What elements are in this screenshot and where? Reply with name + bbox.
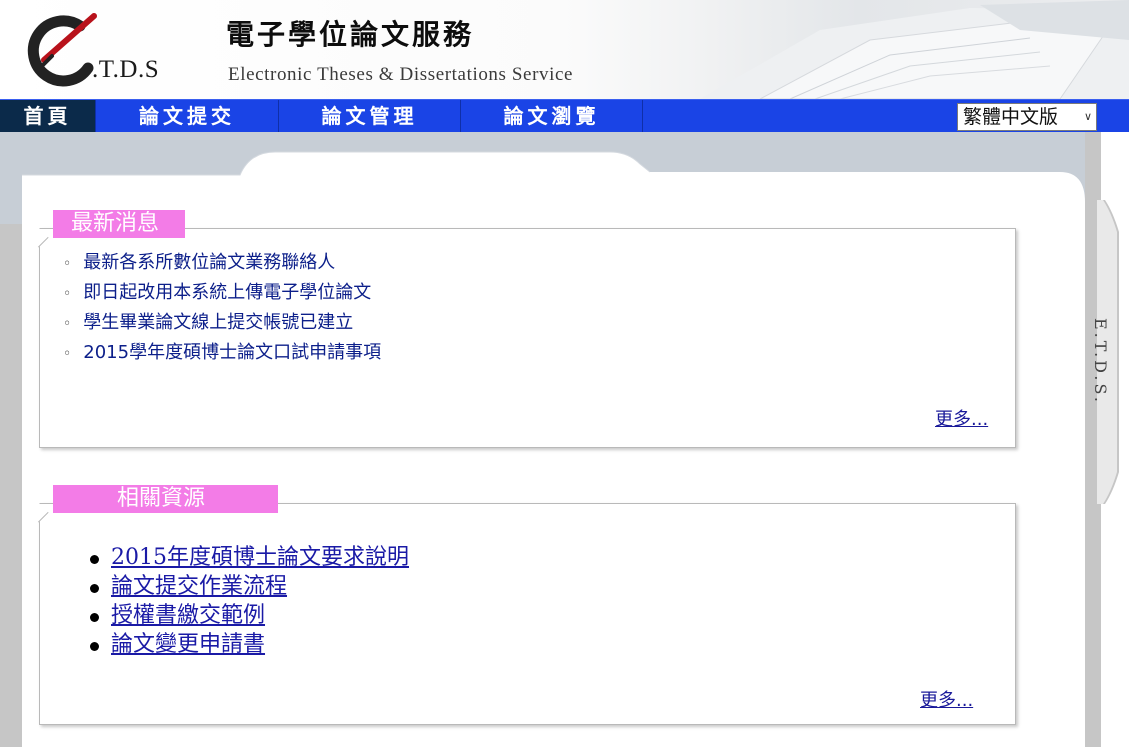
nav-browse-thesis[interactable]: 論文瀏覽 (461, 100, 643, 132)
news-item-text: 學生畢業論文線上提交帳號已建立 (83, 312, 354, 333)
resources-list: 2015年度碩博士論文要求說明 論文提交作業流程 授權書繳交範例 論文變更申請書 (90, 543, 409, 659)
news-item-text: 2015學年度碩博士論文口試申請事項 (83, 342, 382, 363)
news-item-text: 即日起改用本系統上傳電子學位論文 (83, 282, 372, 303)
bullet-icon: ◦ (63, 286, 72, 302)
nav-manage-thesis[interactable]: 論文管理 (279, 100, 461, 132)
list-item: 授權書繳交範例 (90, 601, 409, 630)
resource-link[interactable]: 授權書繳交範例 (111, 603, 265, 628)
side-tab-label: E.T.D.S. (1091, 318, 1110, 405)
resource-link[interactable]: 論文提交作業流程 (111, 574, 287, 599)
chevron-down-icon: ∨ (1083, 110, 1092, 123)
language-select[interactable]: 繁體中文版 ∨ (957, 103, 1097, 131)
news-more-link[interactable]: 更多... (935, 405, 988, 431)
list-item[interactable]: ◦ 學生畢業論文線上提交帳號已建立 (63, 310, 381, 340)
bullet-icon: ◦ (63, 256, 72, 272)
site-header: .T.D.S 電子學位論文服務 Electronic Theses & Diss… (0, 0, 1129, 99)
book-background-image (700, 0, 1129, 99)
list-item[interactable]: ◦ 2015學年度碩博士論文口試申請事項 (63, 340, 381, 370)
bullet-icon: ◦ (63, 346, 72, 362)
resources-more-link[interactable]: 更多... (920, 686, 973, 712)
logo-text: .T.D.S (92, 56, 160, 83)
logo-emblem-icon (27, 13, 97, 87)
bullet-icon (90, 584, 99, 593)
news-item-text: 最新各系所數位論文業務聯絡人 (83, 252, 336, 273)
nav-submit-thesis[interactable]: 論文提交 (96, 100, 279, 132)
news-list: ◦ 最新各系所數位論文業務聯絡人 ◦ 即日起改用本系統上傳電子學位論文 ◦ 學生畢業論… (63, 250, 381, 370)
list-item: 論文提交作業流程 (90, 572, 409, 601)
list-item[interactable]: ◦ 最新各系所數位論文業務聯絡人 (63, 250, 381, 280)
bullet-icon (90, 613, 99, 622)
resource-link[interactable]: 論文變更申請書 (111, 632, 265, 657)
side-tab (1085, 132, 1119, 747)
site-title-chinese: 電子學位論文服務 (226, 18, 475, 51)
bullet-icon (90, 555, 99, 564)
etds-logo (22, 10, 98, 94)
nav-home[interactable]: 首頁 (0, 100, 96, 132)
resource-link[interactable]: 2015年度碩博士論文要求說明 (111, 545, 409, 570)
list-item: 2015年度碩博士論文要求說明 (90, 543, 409, 572)
bullet-icon: ◦ (63, 316, 72, 332)
news-heading: 最新消息 (53, 210, 185, 238)
main-nav: 首頁 論文提交 論文管理 論文瀏覽 繁體中文版 ∨ (0, 99, 1129, 134)
bullet-icon (90, 642, 99, 651)
language-select-value: 繁體中文版 (963, 106, 1059, 128)
list-item[interactable]: ◦ 即日起改用本系統上傳電子學位論文 (63, 280, 381, 310)
site-title-english: Electronic Theses & Dissertations Servic… (228, 64, 574, 85)
resources-heading: 相關資源 (53, 485, 278, 513)
list-item: 論文變更申請書 (90, 630, 409, 659)
